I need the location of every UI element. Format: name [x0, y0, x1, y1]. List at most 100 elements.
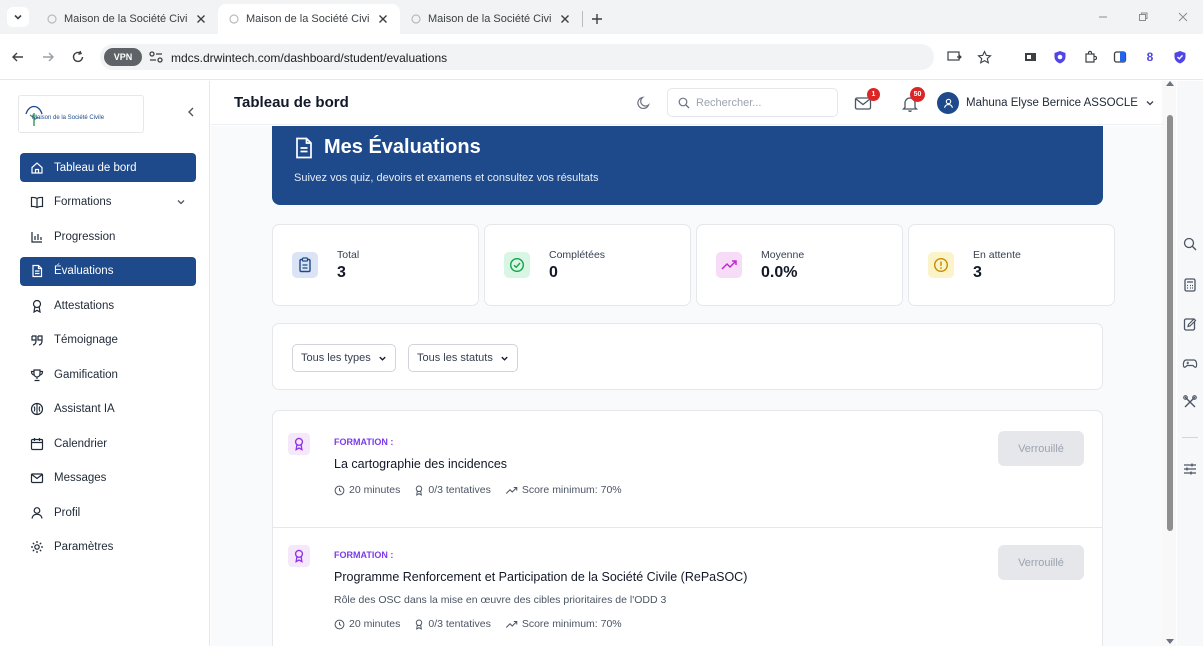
edit-note-icon[interactable] — [1182, 316, 1198, 332]
plus-icon — [592, 14, 602, 24]
search-box[interactable] — [667, 88, 838, 117]
browser-tab-1[interactable]: Maison de la Société Civile - Pla — [36, 4, 218, 34]
status-filter-value: Tous les statuts — [417, 352, 493, 364]
arrow-left-icon — [12, 52, 23, 61]
back-button[interactable] — [6, 45, 30, 69]
type-filter-select[interactable]: Tous les types — [292, 344, 396, 372]
sidebar-item-label: Gamification — [54, 368, 118, 381]
reload-button[interactable] — [66, 45, 90, 69]
stat-card-total: Total 3 — [272, 224, 479, 306]
scrollbar-thumb[interactable] — [1167, 115, 1173, 531]
stat-icon-box — [716, 252, 742, 278]
extension-count: 8 — [1146, 50, 1154, 64]
messages-button[interactable]: 1 — [854, 88, 880, 113]
sidebar-item-label: Tableau de bord — [54, 161, 137, 174]
locked-button[interactable]: Verrouillé — [998, 431, 1084, 466]
sliders-icon[interactable] — [1182, 461, 1198, 477]
user-menu[interactable]: Mahuna Elyse Bernice ASSOCLE — [937, 91, 1155, 115]
chevron-down-icon — [177, 200, 185, 205]
sidebar-item-label: Assistant IA — [54, 403, 115, 415]
stat-icon-box — [928, 252, 954, 278]
book-icon — [30, 196, 44, 209]
bookmark-button[interactable] — [974, 47, 994, 67]
filters-panel: Tous les types Tous les statuts — [272, 323, 1103, 390]
maximize-button[interactable] — [1123, 0, 1163, 34]
messages-badge: 1 — [867, 88, 880, 101]
calculator-icon[interactable] — [1182, 277, 1198, 293]
eval-duration: 20 minutes — [334, 618, 400, 630]
forward-button[interactable] — [36, 45, 60, 69]
brand-logo[interactable]: Maison de la Société Civile — [18, 95, 144, 133]
clipboard-icon — [299, 257, 311, 273]
chevron-down-icon — [501, 356, 508, 361]
eval-duration-text: 20 minutes — [349, 618, 401, 630]
extension-cast-button[interactable] — [1020, 47, 1040, 67]
sidebar-item-calendrier[interactable]: Calendrier — [20, 429, 196, 458]
eval-min-score-text: Score minimum: 70% — [521, 484, 622, 496]
sidebar-item-progression[interactable]: Progression — [20, 222, 196, 251]
status-filter-select[interactable]: Tous les statuts — [408, 344, 518, 372]
minimize-button[interactable] — [1083, 0, 1123, 34]
brain-icon — [30, 402, 44, 416]
check-circle-icon — [509, 257, 525, 273]
sidebar-item-messages[interactable]: Messages — [20, 464, 196, 493]
trending-up-icon — [505, 620, 518, 628]
sidebar-item-assistant-ia[interactable]: Assistant IA — [20, 395, 196, 424]
sidebar-item-evaluations[interactable]: Évaluations — [20, 256, 196, 286]
stat-icon-box — [504, 252, 530, 278]
chevron-left-icon[interactable] — [184, 105, 198, 119]
sidebar-item-gamification[interactable]: Gamification — [20, 360, 196, 389]
search-input[interactable] — [696, 96, 816, 109]
install-app-button[interactable] — [944, 47, 964, 67]
search-page-icon[interactable] — [1182, 236, 1198, 252]
close-icon[interactable] — [558, 12, 572, 26]
browser-tab-3[interactable]: Maison de la Société Civile - Pla — [400, 4, 582, 34]
site-favicon — [47, 14, 57, 24]
tools-icon[interactable] — [1182, 394, 1198, 410]
sidebar-item-parametres[interactable]: Paramètres — [20, 533, 196, 562]
scroll-up-arrow[interactable] — [1166, 81, 1174, 86]
url-text[interactable]: mdcs.drwintech.com/dashboard/student/eva… — [171, 51, 447, 65]
stat-card-completed: Complétées 0 — [484, 224, 691, 306]
gamepad-icon[interactable] — [1182, 355, 1198, 371]
clock-icon — [334, 485, 345, 495]
sidebar-item-attestations[interactable]: Attestations — [20, 291, 196, 320]
close-icon[interactable] — [376, 12, 390, 26]
extension-blue-shield-button[interactable] — [1170, 47, 1190, 67]
locked-button[interactable]: Verrouillé — [998, 545, 1084, 580]
scroll-down-arrow[interactable] — [1166, 639, 1174, 644]
page-title: Tableau de bord — [234, 94, 349, 111]
tab-search-button[interactable] — [0, 0, 36, 34]
search-icon — [678, 97, 690, 108]
user-name: Mahuna Elyse Bernice ASSOCLE — [966, 97, 1138, 109]
side-panel-divider — [1182, 437, 1198, 438]
site-settings-icon[interactable] — [148, 50, 164, 64]
sidebar-item-temoignage[interactable]: Témoignage — [20, 326, 196, 355]
eval-title[interactable]: La cartographie des incidences — [334, 457, 507, 471]
extension-shield-button[interactable] — [1050, 47, 1070, 67]
eval-title[interactable]: Programme Renforcement et Participation … — [334, 570, 747, 584]
shield-icon — [1054, 51, 1066, 64]
eval-attempts: 0/3 tentatives — [414, 484, 491, 496]
reload-icon — [72, 50, 84, 62]
page-scrollbar[interactable] — [1162, 81, 1176, 646]
toolbar-actions: 8 — [944, 47, 1203, 67]
app-sidebar: Maison de la Société Civile Tableau de b… — [0, 81, 210, 646]
extension-count-button[interactable]: 8 — [1140, 47, 1160, 67]
stat-icon-box — [292, 252, 318, 278]
close-icon[interactable] — [194, 12, 208, 26]
sidepanel-button[interactable] — [1110, 47, 1130, 67]
vpn-badge[interactable]: VPN — [104, 48, 142, 66]
sidebar-item-profil[interactable]: Profil — [20, 498, 196, 527]
extension-puzzle-button[interactable] — [1080, 47, 1100, 67]
notifications-badge: 50 — [910, 87, 925, 102]
sidebar-item-dashboard[interactable]: Tableau de bord — [20, 153, 196, 182]
close-window-button[interactable] — [1163, 0, 1203, 34]
notifications-button[interactable]: 50 — [901, 87, 925, 113]
restore-icon — [1139, 12, 1148, 21]
new-tab-button[interactable] — [583, 4, 611, 34]
sidebar-item-formations[interactable]: Formations — [20, 188, 196, 217]
browser-tab-2[interactable]: Maison de la Société Civile - Pla — [218, 4, 400, 34]
browser-tab-bar: Maison de la Société Civile - Pla Maison… — [0, 0, 1203, 34]
moon-icon[interactable] — [636, 95, 652, 111]
